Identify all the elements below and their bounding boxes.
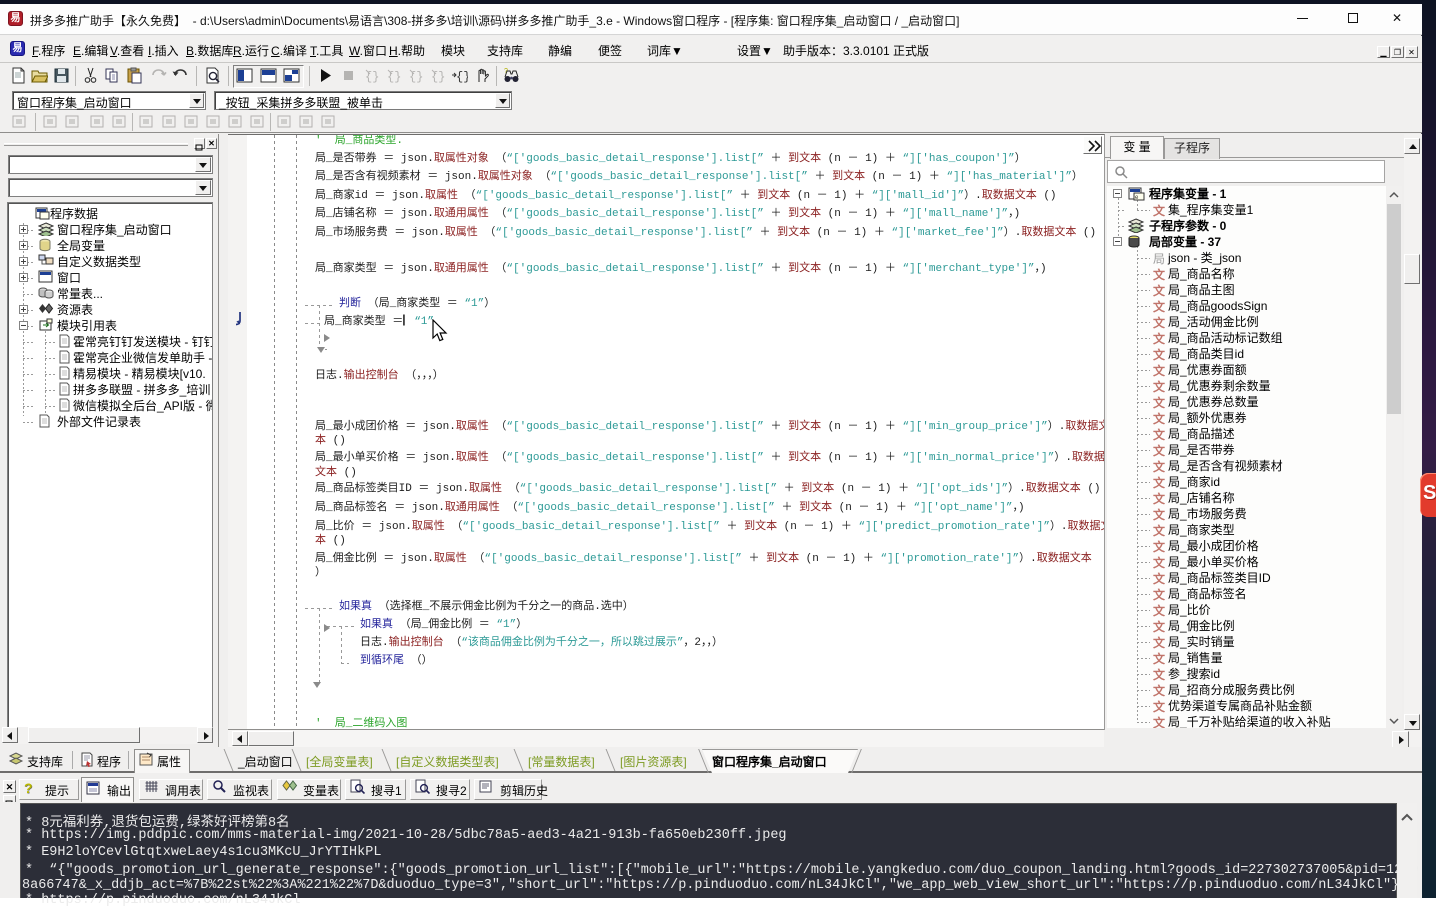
svg-text:{}: {}: [387, 70, 401, 84]
svg-text:{}: {}: [456, 70, 468, 84]
svg-text:{}: {}: [365, 70, 379, 84]
svg-text:{}: {}: [409, 70, 423, 84]
svg-text:{}: {}: [431, 70, 445, 84]
svg-text:?: ?: [504, 68, 508, 75]
